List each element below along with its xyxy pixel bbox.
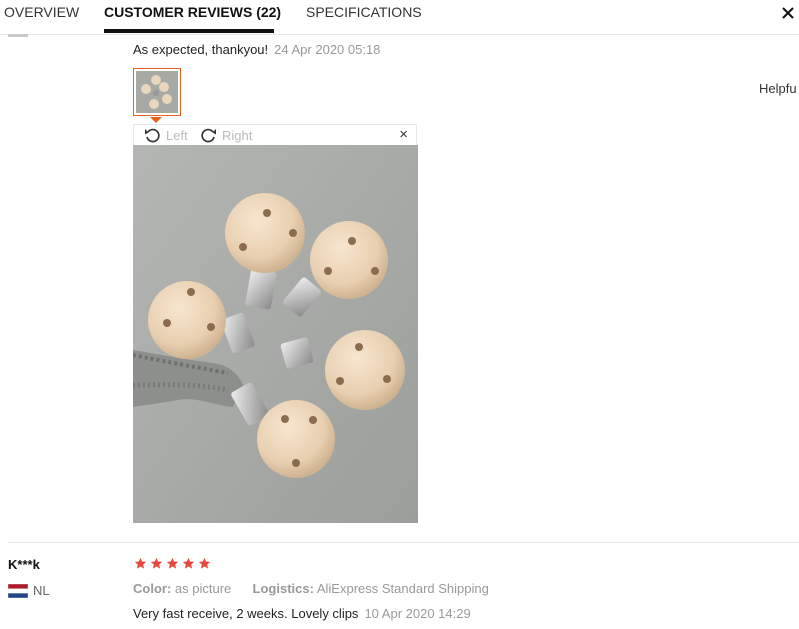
- product-tabs: OVERVIEW CUSTOMER REVIEWS (22) SPECIFICA…: [0, 0, 799, 35]
- rotate-left-button[interactable]: Left: [144, 127, 188, 144]
- image-viewer-toolbar: Left Right ×: [133, 124, 417, 145]
- rotate-right-button[interactable]: Right: [200, 127, 252, 144]
- rotate-right-icon: [201, 128, 216, 143]
- review-date: 24 Apr 2020 05:18: [274, 42, 381, 57]
- review-photo-large: [133, 145, 418, 523]
- color-label: Color:: [133, 581, 172, 596]
- previous-flag-icon: [8, 34, 28, 37]
- review-content: Very fast receive, 2 weeks. Lovely clips…: [133, 606, 471, 621]
- tab-overview[interactable]: OVERVIEW: [4, 4, 79, 20]
- active-tab-indicator: [104, 29, 274, 33]
- star-icon: [134, 557, 147, 569]
- star-icon: [198, 557, 211, 569]
- review-date: 10 Apr 2020 14:29: [364, 606, 471, 621]
- review-content: As expected, thankyou! 24 Apr 2020 05:18: [133, 42, 380, 57]
- star-icon: [182, 557, 195, 569]
- viewer-close-button[interactable]: ×: [399, 126, 408, 143]
- thumbnail-image: [136, 71, 178, 113]
- reviewer-country: NL: [33, 583, 50, 598]
- netherlands-flag-icon: [8, 584, 28, 598]
- tab-specifications[interactable]: SPECIFICATIONS: [306, 4, 422, 20]
- star-icon: [150, 557, 163, 569]
- rotate-left-label: Left: [166, 128, 188, 143]
- review-attributes: Color: as picture Logistics: AliExpress …: [133, 581, 489, 596]
- review-text: Very fast receive, 2 weeks. Lovely clips: [133, 606, 359, 621]
- tab-customer-reviews[interactable]: CUSTOMER REVIEWS (22): [104, 4, 281, 20]
- rotate-right-label: Right: [222, 128, 253, 143]
- helpful-label[interactable]: Helpfu: [759, 81, 797, 96]
- star-rating: [134, 557, 211, 570]
- review-photo-thumbnail[interactable]: [133, 68, 181, 116]
- rotate-left-icon: [145, 128, 160, 143]
- review-divider: [8, 542, 799, 543]
- thumbnail-pointer: [150, 117, 162, 123]
- review-text: As expected, thankyou!: [133, 42, 269, 57]
- reviewer-name: K***k: [8, 557, 40, 572]
- logistics-label: Logistics:: [252, 581, 314, 596]
- logistics-value: AliExpress Standard Shipping: [316, 581, 489, 596]
- close-icon[interactable]: [781, 6, 795, 20]
- color-value: as picture: [174, 581, 232, 596]
- star-icon: [166, 557, 179, 569]
